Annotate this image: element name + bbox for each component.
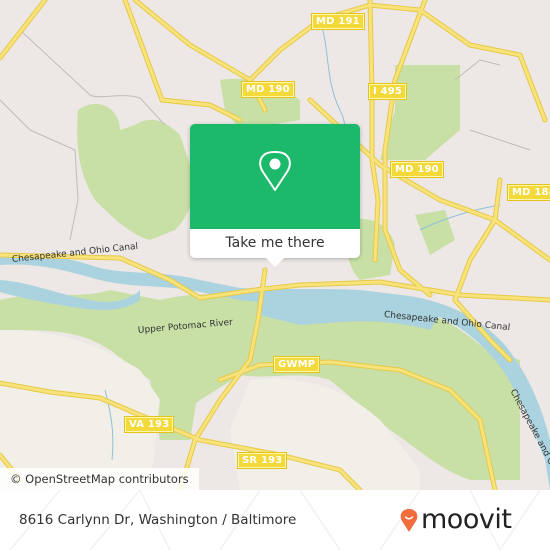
moovit-pin-icon [400, 509, 418, 532]
road-shield-sr193: SR 193 [237, 452, 288, 469]
popup-pointer [266, 258, 284, 267]
road-shield-va193: VA 193 [124, 416, 175, 433]
map-attribution[interactable]: © OpenStreetMap contributors [0, 468, 199, 490]
road-shield-md191: MD 191 [311, 13, 365, 30]
address-text: 8616 Carlynn Dr, Washington / Baltimore [19, 512, 297, 528]
take-me-there-button[interactable]: Take me there [190, 229, 360, 258]
road-shield-md190-east: MD 190 [390, 161, 444, 178]
popup-header [190, 124, 360, 229]
location-pin-icon [259, 151, 291, 191]
road-shield-i495: I 495 [368, 83, 408, 100]
moovit-wordmark: moovit [421, 504, 512, 535]
road-shield-md188: MD 188 [507, 184, 550, 201]
footer-bar: 8616 Carlynn Dr, Washington / Baltimore … [0, 490, 550, 550]
road-shield-gwmp: GWMP [273, 356, 321, 373]
location-popup: Take me there [190, 124, 360, 267]
road-shield-md190-north: MD 190 [241, 81, 295, 98]
map-view[interactable]: MD 191 MD 190 I 495 MD 190 MD 188 GWMP V… [0, 0, 550, 490]
